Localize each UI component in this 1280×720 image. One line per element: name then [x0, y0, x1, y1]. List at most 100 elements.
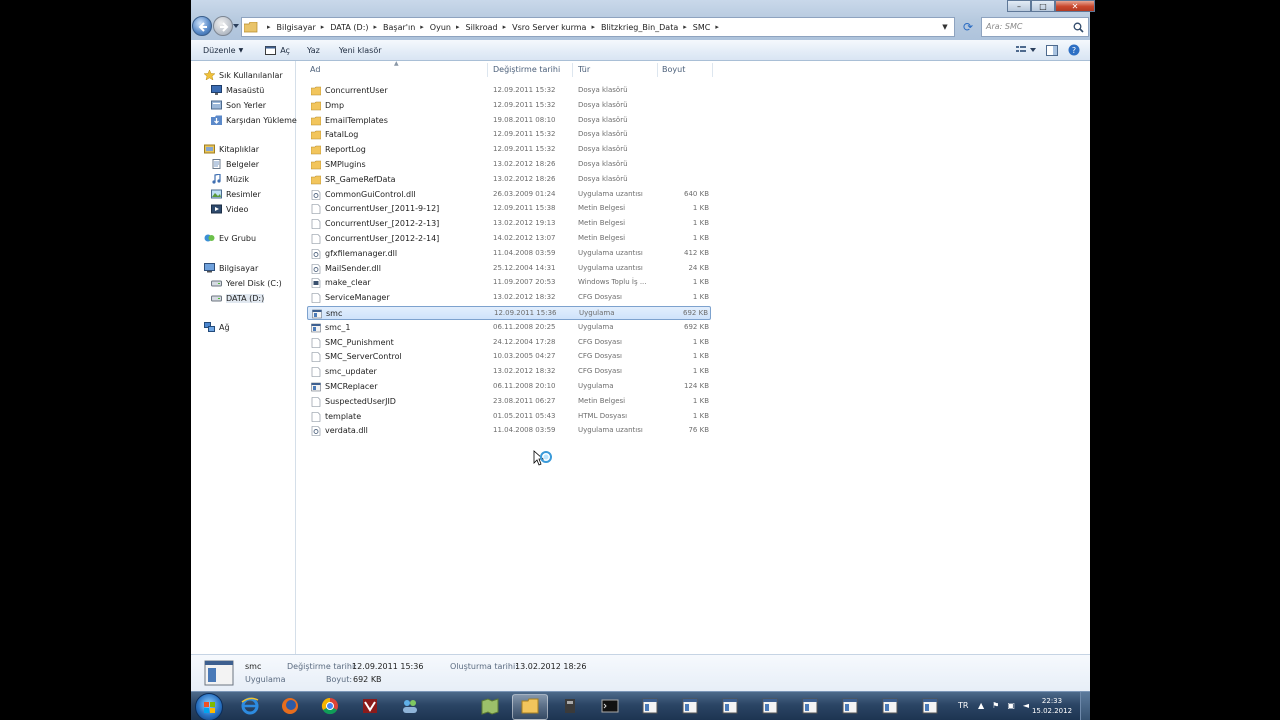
minimize-button[interactable]: –	[1007, 0, 1031, 12]
breadcrumb-item[interactable]: Vsro Server kurma ▸	[512, 23, 601, 32]
sidebar-item-belgeler[interactable]: Belgeler	[211, 159, 259, 169]
file-row[interactable]: ReportLog 12.09.2011 15:32 Dosya klasörü	[307, 143, 711, 157]
breadcrumb-item[interactable]: ▸ Bilgisayar ▸	[262, 23, 330, 32]
sidebar-item-s-k-kullan-lanlar[interactable]: Sık Kullanılanlar	[203, 69, 283, 81]
taskbar-button[interactable]	[712, 694, 748, 720]
column-header-date[interactable]: Değiştirme tarihi	[493, 65, 560, 74]
taskbar-button[interactable]	[592, 694, 628, 720]
new-folder-button[interactable]: Yeni klasör	[339, 46, 382, 55]
file-row[interactable]: smc 12.09.2011 15:36 Uygulama 692 KB	[307, 306, 711, 320]
breadcrumb-separator-icon[interactable]: ▸	[683, 23, 687, 31]
column-divider[interactable]	[487, 63, 488, 77]
show-desktop-button[interactable]	[1080, 692, 1090, 720]
file-row[interactable]: SuspectedUserJID 23.08.2011 06:27 Metin Be…	[307, 395, 711, 409]
action-center-icon[interactable]: ⚑	[992, 701, 999, 710]
sidebar-item-son-yerler[interactable]: Son Yerler	[211, 100, 266, 110]
file-row[interactable]: CommonGuiControl.dll 26.03.2009 01:24 Uygu…	[307, 188, 711, 202]
taskbar-button[interactable]	[232, 694, 268, 720]
file-row[interactable]: verdata.dll 11.04.2008 03:59 Uygulama uzan…	[307, 424, 711, 438]
taskbar-button[interactable]	[352, 694, 388, 720]
language-indicator[interactable]: TR	[958, 701, 968, 710]
column-header-size[interactable]: Boyut	[662, 65, 685, 74]
file-row[interactable]: ConcurrentUser_[2012-2-13] 13.02.2012 19:…	[307, 217, 711, 231]
sidebar-item-kitapl-klar[interactable]: Kitaplıklar	[204, 144, 259, 154]
taskbar-button[interactable]	[872, 694, 908, 720]
forward-button[interactable]	[213, 16, 233, 36]
taskbar-button[interactable]	[392, 694, 428, 720]
taskbar-button[interactable]	[632, 694, 668, 720]
file-row[interactable]: Dmp 12.09.2011 15:32 Dosya klasörü	[307, 99, 711, 113]
file-row[interactable]: SMC_Punishment 24.12.2004 17:28 CFG Dosyas…	[307, 336, 711, 350]
file-row[interactable]: smc_1 06.11.2008 20:25 Uygulama 692 KB	[307, 321, 711, 335]
column-header-type[interactable]: Tür	[578, 65, 590, 74]
taskbar-button[interactable]	[672, 694, 708, 720]
taskbar-button[interactable]	[552, 694, 588, 720]
breadcrumb-item[interactable]: Başar'ın ▸	[383, 23, 430, 32]
maximize-button[interactable]: □	[1031, 0, 1055, 12]
sidebar-item-masa-st[interactable]: Masaüstü	[211, 85, 264, 95]
breadcrumb-separator-icon[interactable]: ▸	[503, 23, 507, 31]
file-row[interactable]: ConcurrentUser 12.09.2011 15:32 Dosya klas…	[307, 84, 711, 98]
network-status-icon[interactable]: ▣	[1007, 701, 1015, 710]
sidebar-item-data-d[interactable]: DATA (D:)	[211, 293, 265, 303]
start-button[interactable]	[195, 693, 223, 720]
help-icon[interactable]: ?	[1068, 44, 1080, 56]
breadcrumb-item[interactable]: Blitzkrieg_Bin_Data ▸	[601, 23, 693, 32]
file-row[interactable]: ServiceManager 13.02.2012 18:32 CFG Dosyas…	[307, 291, 711, 305]
recent-pages-chevron-icon[interactable]	[233, 23, 239, 29]
preview-pane-icon[interactable]	[1046, 44, 1058, 56]
back-button[interactable]	[192, 16, 212, 36]
show-hidden-icons-icon[interactable]: ▲	[978, 701, 984, 710]
breadcrumb-item[interactable]: DATA (D:) ▸	[330, 23, 383, 32]
clock[interactable]: 22:33 15.02.2012	[1031, 696, 1073, 716]
search-input[interactable]: Ara: SMC	[981, 17, 1089, 37]
breadcrumb-separator-icon[interactable]: ▸	[591, 23, 595, 31]
taskbar-button[interactable]	[912, 694, 948, 720]
breadcrumb-item[interactable]: Oyun ▸	[430, 23, 466, 32]
taskbar-button[interactable]	[752, 694, 788, 720]
file-row[interactable]: template 01.05.2011 05:43 HTML Dosyası 1 KB	[307, 410, 711, 424]
sidebar-item-m-zik[interactable]: Müzik	[211, 173, 249, 184]
file-row[interactable]: ConcurrentUser_[2011-9-12] 12.09.2011 15:…	[307, 202, 711, 216]
taskbar-button[interactable]	[472, 694, 508, 720]
breadcrumb-separator-icon[interactable]: ▸	[715, 23, 719, 31]
file-row[interactable]: MailSender.dll 25.12.2004 14:31 Uygulama u…	[307, 262, 711, 276]
search-icon[interactable]	[1073, 22, 1084, 33]
file-row[interactable]: SMC_ServerControl 10.03.2005 04:27 CFG Dos…	[307, 350, 711, 364]
sidebar-item-bilgisayar[interactable]: Bilgisayar	[204, 263, 258, 273]
sidebar-item-yerel-disk-c[interactable]: Yerel Disk (C:)	[211, 278, 282, 288]
taskbar-button[interactable]	[792, 694, 828, 720]
breadcrumb-separator-icon[interactable]: ▸	[374, 23, 378, 31]
file-row[interactable]: SMPlugins 13.02.2012 18:26 Dosya klasörü	[307, 158, 711, 172]
breadcrumb-separator-icon[interactable]: ▸	[420, 23, 424, 31]
sidebar-item-video[interactable]: Video	[211, 204, 248, 214]
taskbar-button[interactable]	[312, 694, 348, 720]
breadcrumb-item[interactable]: SMC ▸	[693, 23, 725, 32]
column-divider[interactable]	[712, 63, 713, 77]
file-row[interactable]: SR_GameRefData 13.02.2012 18:26 Dosya klas…	[307, 173, 711, 187]
column-divider[interactable]	[657, 63, 658, 77]
breadcrumb-separator-icon[interactable]: ▸	[267, 23, 271, 31]
breadcrumb-separator-icon[interactable]: ▸	[321, 23, 325, 31]
taskbar-button[interactable]	[512, 694, 548, 720]
sidebar-item-ev-grubu[interactable]: Ev Grubu	[204, 233, 256, 243]
file-row[interactable]: ConcurrentUser_[2012-2-14] 14.02.2012 13:…	[307, 232, 711, 246]
file-row[interactable]: FatalLog 12.09.2011 15:32 Dosya klasörü	[307, 128, 711, 142]
address-history-dropdown[interactable]: ▼	[936, 18, 954, 36]
breadcrumb[interactable]: ▸ Bilgisayar ▸ DATA (D:) ▸ Başar'ın ▸ Oyun ▸ Silk…	[241, 17, 955, 37]
view-options-icon[interactable]	[1016, 45, 1036, 55]
organize-button[interactable]: Düzenle ▼	[203, 46, 243, 55]
column-divider[interactable]	[572, 63, 573, 77]
sidebar-item-kar-dan-y-klemeler[interactable]: Karşıdan Yüklemeler	[211, 115, 307, 125]
breadcrumb-separator-icon[interactable]: ▸	[456, 23, 460, 31]
file-row[interactable]: make_clear 11.09.2007 20:53 Windows Toplu …	[307, 276, 711, 290]
sidebar-item-resimler[interactable]: Resimler	[211, 189, 261, 199]
file-row[interactable]: gfxfilemanager.dll 11.04.2008 03:59 Uygula…	[307, 247, 711, 261]
file-row[interactable]: SMCReplacer 06.11.2008 20:10 Uygulama 124 K…	[307, 380, 711, 394]
burn-button[interactable]: Yaz	[307, 46, 320, 55]
refresh-button[interactable]: ⟳	[957, 17, 979, 37]
volume-icon[interactable]: ◄	[1023, 701, 1029, 710]
taskbar-button[interactable]	[272, 694, 308, 720]
column-header-name[interactable]: Ad	[310, 65, 320, 74]
close-button[interactable]: ✕	[1055, 0, 1095, 12]
